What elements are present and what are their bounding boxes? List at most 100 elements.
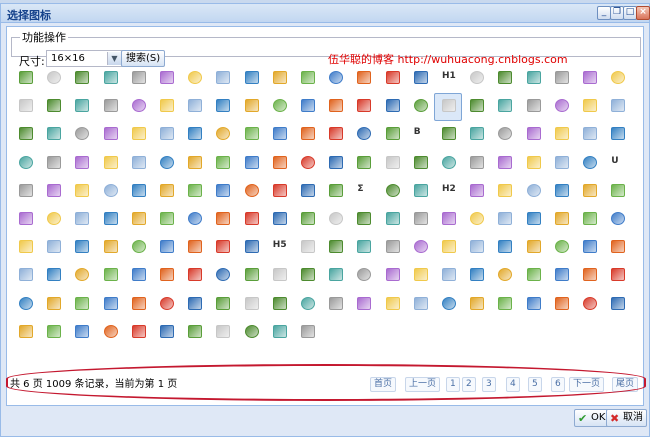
icon-cell[interactable] xyxy=(180,262,208,288)
icon-cell[interactable] xyxy=(575,178,603,204)
icon-cell[interactable] xyxy=(180,178,208,204)
page-6-link[interactable]: 6 xyxy=(551,377,565,392)
icon-cell[interactable] xyxy=(96,178,124,204)
icon-cell[interactable] xyxy=(490,178,518,204)
icon-cell[interactable] xyxy=(603,65,631,91)
icon-cell[interactable] xyxy=(293,65,321,91)
icon-cell[interactable] xyxy=(237,150,265,176)
icon-cell[interactable] xyxy=(519,121,547,147)
icon-cell[interactable] xyxy=(378,93,406,119)
icon-cell[interactable] xyxy=(547,234,575,260)
icon-cell[interactable] xyxy=(490,150,518,176)
icon-cell[interactable] xyxy=(519,262,547,288)
icon-cell[interactable] xyxy=(490,234,518,260)
icon-cell[interactable] xyxy=(152,150,180,176)
icon-cell[interactable] xyxy=(575,262,603,288)
icon-cell[interactable] xyxy=(575,206,603,232)
icon-cell[interactable] xyxy=(293,206,321,232)
icon-cell[interactable] xyxy=(39,206,67,232)
icon-cell[interactable] xyxy=(293,178,321,204)
icon-cell[interactable] xyxy=(96,65,124,91)
icon-cell[interactable] xyxy=(11,319,39,345)
icon-cell[interactable] xyxy=(208,234,236,260)
icon-cell[interactable] xyxy=(519,234,547,260)
icon-cell[interactable] xyxy=(321,291,349,317)
ok-button[interactable]: ✔ OK xyxy=(574,409,610,427)
icon-cell[interactable] xyxy=(67,234,95,260)
icon-cell[interactable] xyxy=(462,234,490,260)
icon-cell[interactable] xyxy=(39,121,67,147)
icon-cell[interactable] xyxy=(490,121,518,147)
icon-cell[interactable] xyxy=(293,291,321,317)
icon-cell[interactable] xyxy=(547,150,575,176)
icon-cell[interactable] xyxy=(406,262,434,288)
icon-cell[interactable] xyxy=(208,150,236,176)
icon-cell[interactable] xyxy=(124,291,152,317)
icon-cell[interactable] xyxy=(293,150,321,176)
icon-cell[interactable] xyxy=(349,93,377,119)
icon-cell[interactable] xyxy=(124,121,152,147)
icon-cell[interactable] xyxy=(67,65,95,91)
icon-cell[interactable] xyxy=(293,121,321,147)
icon-cell[interactable] xyxy=(96,93,124,119)
icon-cell[interactable] xyxy=(67,319,95,345)
icon-cell[interactable] xyxy=(67,93,95,119)
icon-cell[interactable] xyxy=(39,291,67,317)
icon-cell[interactable] xyxy=(96,206,124,232)
icon-cell[interactable] xyxy=(124,319,152,345)
icon-cell[interactable] xyxy=(237,121,265,147)
icon-cell[interactable] xyxy=(321,65,349,91)
icon-cell[interactable] xyxy=(349,121,377,147)
icon-cell[interactable] xyxy=(39,234,67,260)
icon-cell[interactable] xyxy=(575,150,603,176)
icon-cell[interactable] xyxy=(11,262,39,288)
icon-cell[interactable] xyxy=(208,206,236,232)
icon-cell[interactable] xyxy=(124,178,152,204)
icon-cell[interactable] xyxy=(293,262,321,288)
icon-cell[interactable] xyxy=(434,206,462,232)
icon-cell[interactable]: B xyxy=(406,121,434,147)
next-page-button[interactable]: 下一页 xyxy=(569,377,605,392)
icon-cell[interactable] xyxy=(152,206,180,232)
icon-cell[interactable] xyxy=(11,121,39,147)
icon-cell[interactable] xyxy=(434,150,462,176)
icon-cell[interactable] xyxy=(406,234,434,260)
icon-cell[interactable] xyxy=(378,121,406,147)
icon-cell[interactable] xyxy=(180,234,208,260)
icon-cell[interactable] xyxy=(96,234,124,260)
icon-cell[interactable] xyxy=(462,178,490,204)
icon-cell[interactable] xyxy=(265,319,293,345)
icon-cell[interactable] xyxy=(265,178,293,204)
icon-cell[interactable]: H2 xyxy=(434,178,462,204)
icon-cell[interactable] xyxy=(321,234,349,260)
icon-cell[interactable] xyxy=(378,178,406,204)
first-page-button[interactable]: 首页 xyxy=(370,377,397,392)
icon-cell[interactable] xyxy=(152,262,180,288)
icon-cell[interactable] xyxy=(237,93,265,119)
icon-cell[interactable] xyxy=(11,206,39,232)
icon-cell[interactable] xyxy=(490,65,518,91)
icon-cell[interactable] xyxy=(406,291,434,317)
icon-cell[interactable] xyxy=(349,262,377,288)
icon-cell[interactable] xyxy=(434,262,462,288)
icon-cell[interactable] xyxy=(237,319,265,345)
icon-cell[interactable] xyxy=(321,93,349,119)
icon-cell[interactable] xyxy=(67,178,95,204)
icon-cell[interactable] xyxy=(293,93,321,119)
icon-cell[interactable] xyxy=(462,262,490,288)
icon-cell[interactable] xyxy=(462,65,490,91)
icon-cell[interactable] xyxy=(519,65,547,91)
icon-cell[interactable] xyxy=(208,178,236,204)
page-3-link[interactable]: 3 xyxy=(482,377,496,392)
icon-cell[interactable] xyxy=(237,234,265,260)
icon-cell[interactable] xyxy=(39,178,67,204)
icon-cell[interactable] xyxy=(124,234,152,260)
icon-cell[interactable] xyxy=(96,291,124,317)
icon-cell[interactable] xyxy=(237,262,265,288)
icon-cell[interactable] xyxy=(67,150,95,176)
icon-cell[interactable] xyxy=(321,178,349,204)
icon-cell[interactable] xyxy=(293,319,321,345)
icon-cell[interactable] xyxy=(321,150,349,176)
icon-cell[interactable] xyxy=(180,121,208,147)
icon-cell[interactable] xyxy=(490,291,518,317)
